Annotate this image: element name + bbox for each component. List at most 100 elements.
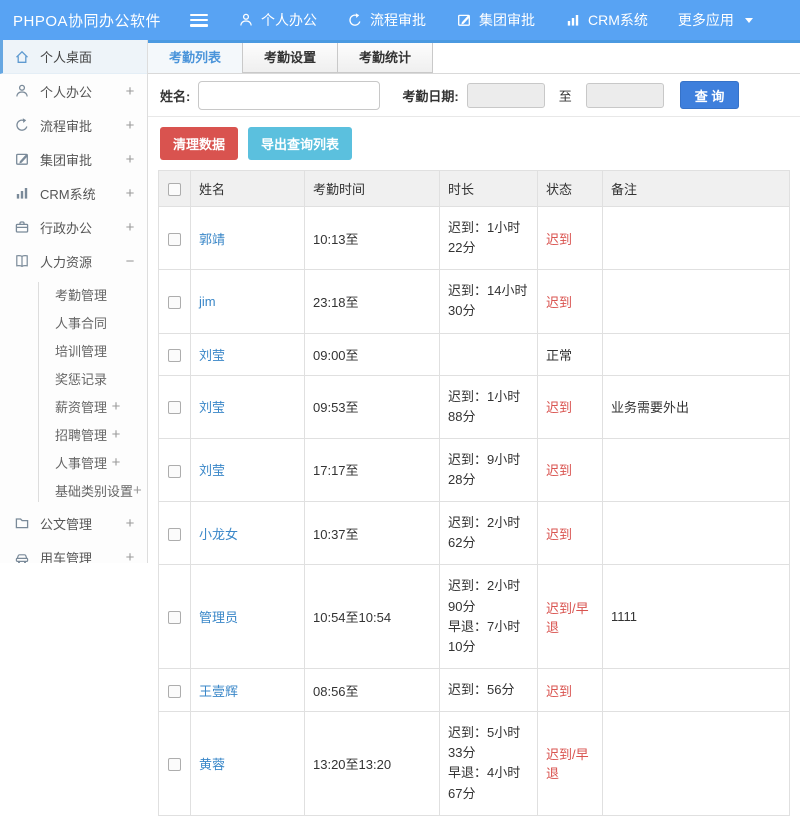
expand-toggle-icon[interactable]: + — [109, 454, 123, 471]
sidebar-item-vehicle-management[interactable]: 用车管理 + — [0, 540, 147, 563]
sidebar-item-crm-system[interactable]: CRM系统 + — [0, 176, 147, 210]
nav-item-more-apps[interactable]: 更多应用 — [678, 10, 753, 30]
attendance-name-link[interactable]: 郭靖 — [199, 232, 225, 247]
name-label: 姓名: — [160, 86, 190, 105]
attendance-time: 23:18至 — [305, 270, 440, 333]
sidebar-item-personal-desktop[interactable]: 个人桌面 — [0, 40, 147, 74]
sidebar-item-label: 招聘管理 — [55, 425, 109, 444]
nav-item-group-approval[interactable]: 集团审批 — [456, 10, 535, 30]
sidebar-item-training-management[interactable]: 培训管理 — [0, 336, 147, 364]
row-checkbox[interactable] — [168, 349, 181, 362]
table-row: 小龙女 10:37至 迟到：2小时62分 迟到 — [159, 502, 790, 565]
table-header-row: 姓名 考勤时间 时长 状态 备注 — [159, 171, 790, 207]
column-header-time: 考勤时间 — [305, 171, 440, 207]
toolbar: 清理数据 导出查询列表 — [148, 117, 800, 170]
row-checkbox[interactable] — [168, 296, 181, 309]
expand-toggle-icon[interactable]: + — [123, 515, 137, 532]
sidebar-item-admin-office[interactable]: 行政办公 + — [0, 210, 147, 244]
nav-item-workflow-approval[interactable]: 流程审批 — [347, 10, 426, 30]
attendance-duration: 迟到：2小时62分 — [440, 502, 538, 565]
attendance-name-link[interactable]: 刘莹 — [199, 348, 225, 363]
attendance-name-link[interactable]: 刘莹 — [199, 463, 225, 478]
attendance-duration: 迟到：14小时30分 — [440, 270, 538, 333]
select-all-checkbox[interactable] — [168, 183, 181, 196]
sidebar-item-document-management[interactable]: 公文管理 + — [0, 506, 147, 540]
sidebar-item-attendance-management[interactable]: 考勤管理 — [0, 280, 147, 308]
top-nav: 个人办公 流程审批 集团审批 CRM系统 更多应用 — [238, 10, 753, 30]
expand-toggle-icon[interactable]: + — [123, 83, 137, 100]
sidebar-item-label: 培训管理 — [55, 341, 137, 360]
sidebar-item-basic-category-settings[interactable]: 基础类别设置 + — [0, 476, 147, 504]
tab-attendance-statistics[interactable]: 考勤统计 — [337, 43, 433, 73]
attendance-name-link[interactable]: 王壹辉 — [199, 684, 238, 699]
attendance-time: 09:00至 — [305, 333, 440, 375]
sidebar-item-label: 奖惩记录 — [55, 369, 137, 388]
attendance-note — [603, 668, 790, 711]
expand-toggle-icon[interactable]: + — [109, 398, 123, 415]
attendance-name-link[interactable]: 管理员 — [199, 610, 238, 625]
table-row: 刘莹 09:00至 正常 — [159, 333, 790, 375]
sidebar-item-label: 个人桌面 — [40, 47, 137, 66]
attendance-name-link[interactable]: 刘莹 — [199, 400, 225, 415]
attendance-name-link[interactable]: jim — [199, 294, 216, 309]
sidebar-item-reward-punishment-record[interactable]: 奖惩记录 — [0, 364, 147, 392]
to-label: 至 — [559, 86, 572, 105]
tab-attendance-settings[interactable]: 考勤设置 — [242, 43, 338, 73]
attendance-note — [603, 712, 790, 816]
attendance-duration: 迟到：1小时88分 — [440, 375, 538, 438]
table-row: 郭靖 10:13至 迟到：1小时22分 迟到 — [159, 207, 790, 270]
expand-toggle-icon[interactable]: − — [123, 253, 137, 270]
row-checkbox[interactable] — [168, 528, 181, 541]
attendance-duration — [440, 333, 538, 375]
attendance-time: 09:53至 — [305, 375, 440, 438]
menu-toggle-icon[interactable] — [190, 14, 208, 27]
expand-toggle-icon[interactable]: + — [123, 151, 137, 168]
attendance-time: 10:37至 — [305, 502, 440, 565]
sidebar-item-personnel-contract[interactable]: 人事合同 — [0, 308, 147, 336]
nav-item-crm-system[interactable]: CRM系统 — [565, 10, 648, 30]
name-input[interactable] — [198, 81, 380, 110]
nav-label: 流程审批 — [370, 10, 426, 30]
date-from-input[interactable] — [467, 83, 545, 108]
export-list-button[interactable]: 导出查询列表 — [248, 127, 352, 160]
attendance-status: 迟到 — [538, 668, 603, 711]
date-to-input[interactable] — [586, 83, 664, 108]
sidebar-item-group-approval[interactable]: 集团审批 + — [0, 142, 147, 176]
row-checkbox[interactable] — [168, 758, 181, 771]
expand-toggle-icon[interactable]: + — [123, 549, 137, 564]
clear-data-button[interactable]: 清理数据 — [160, 127, 238, 160]
attendance-name-link[interactable]: 小龙女 — [199, 527, 238, 542]
sidebar-item-label: 公文管理 — [40, 514, 123, 533]
caret-down-icon — [745, 18, 753, 23]
table-row: 刘莹 09:53至 迟到：1小时88分 迟到 业务需要外出 — [159, 375, 790, 438]
sidebar-item-recruitment-management[interactable]: 招聘管理 + — [0, 420, 147, 448]
attendance-name-link[interactable]: 黄蓉 — [199, 757, 225, 772]
row-checkbox[interactable] — [168, 685, 181, 698]
expand-toggle-icon[interactable]: + — [123, 219, 137, 236]
sidebar-item-workflow-approval[interactable]: 流程审批 + — [0, 108, 147, 142]
row-checkbox[interactable] — [168, 611, 181, 624]
attendance-time: 13:20至13:20 — [305, 712, 440, 816]
attendance-note: 1111 — [603, 565, 790, 669]
sidebar-item-label: 用车管理 — [40, 548, 123, 564]
expand-toggle-icon[interactable]: + — [133, 482, 142, 499]
attendance-status: 迟到 — [538, 438, 603, 501]
sidebar-item-personnel-management[interactable]: 人事管理 + — [0, 448, 147, 476]
sidebar-item-human-resources[interactable]: 人力资源 − — [0, 244, 147, 278]
search-button[interactable]: 查 询 — [680, 81, 740, 109]
row-checkbox[interactable] — [168, 465, 181, 478]
expand-toggle-icon[interactable]: + — [123, 185, 137, 202]
sidebar-item-salary-management[interactable]: 薪资管理 + — [0, 392, 147, 420]
tab-attendance-list[interactable]: 考勤列表 — [148, 43, 243, 73]
expand-toggle-icon[interactable]: + — [123, 117, 137, 134]
nav-item-personal-office[interactable]: 个人办公 — [238, 10, 317, 30]
sidebar-item-personal-office[interactable]: 个人办公 + — [0, 74, 147, 108]
book-icon — [14, 253, 30, 269]
expand-toggle-icon[interactable]: + — [109, 426, 123, 443]
row-checkbox[interactable] — [168, 233, 181, 246]
column-header-status: 状态 — [538, 171, 603, 207]
attendance-note — [603, 270, 790, 333]
table-row: 王壹辉 08:56至 迟到：56分 迟到 — [159, 668, 790, 711]
attendance-status: 迟到 — [538, 270, 603, 333]
row-checkbox[interactable] — [168, 401, 181, 414]
